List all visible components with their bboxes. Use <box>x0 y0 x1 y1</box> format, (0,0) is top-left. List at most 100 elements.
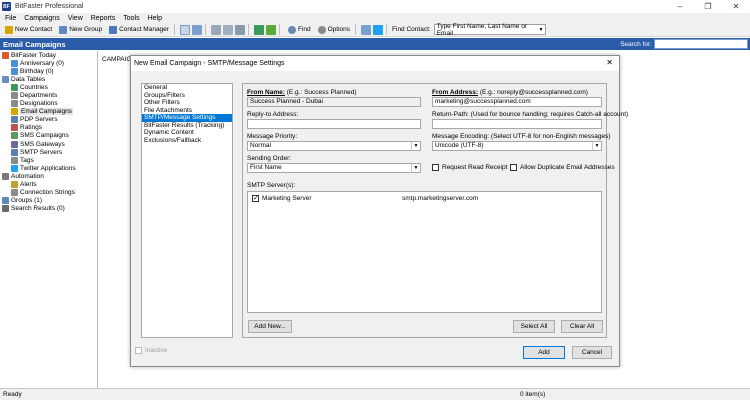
clear-all-button[interactable]: Clear All <box>561 320 603 333</box>
menu-help[interactable]: Help <box>148 15 162 22</box>
tree-item[interactable]: Designations <box>0 100 97 108</box>
menu-file[interactable]: File <box>5 15 16 22</box>
smtp-server-row[interactable]: Marketing Server smtp.marketingserver.co… <box>250 194 600 203</box>
twitter-icon[interactable] <box>373 24 384 35</box>
tree-item[interactable]: Data Tables <box>0 75 97 83</box>
search-input[interactable] <box>654 39 748 49</box>
tree-item[interactable]: Ratings <box>0 124 97 132</box>
import-icon[interactable] <box>234 24 245 35</box>
print-icon[interactable] <box>210 24 221 35</box>
dialog-nav-item[interactable]: Other Filters <box>142 99 232 107</box>
tree-item[interactable]: BitFaster Today <box>0 51 97 59</box>
dialog-nav-item[interactable]: File Attachments <box>142 107 232 115</box>
dialog-nav-item[interactable]: BitFaster Results (Tracking) <box>142 122 232 130</box>
tree-item-icon <box>11 108 18 116</box>
tree-item-label: BitFaster Today <box>11 51 57 59</box>
tree-item[interactable]: Tags <box>0 156 97 164</box>
tree-item[interactable]: Automation <box>0 172 97 180</box>
maximize-button[interactable]: ❐ <box>694 0 722 13</box>
minimize-button[interactable]: – <box>666 0 694 13</box>
menu-view[interactable]: View <box>68 15 83 22</box>
inactive-checkbox[interactable] <box>135 347 142 354</box>
sms-icon[interactable] <box>191 24 202 35</box>
status-bar: Ready 0 item(s) <box>0 388 750 400</box>
app-title: BitFaster Professional <box>15 3 84 10</box>
dialog-nav-item[interactable]: Exclusions/Fallback <box>142 137 232 145</box>
dialog-close-icon[interactable]: ✕ <box>606 58 613 67</box>
tree-item-label: Connection Strings <box>20 189 75 197</box>
chevron-down-icon[interactable]: ▼ <box>592 142 601 150</box>
tree-item-icon <box>11 124 18 132</box>
options-button[interactable]: Options <box>316 24 352 36</box>
menu-campaigns[interactable]: Campaigns <box>24 15 59 22</box>
find-button[interactable]: Find <box>286 24 313 36</box>
encoding-select[interactable]: Unicode (UTF-8) ▼ <box>432 141 602 151</box>
export-icon[interactable] <box>222 24 233 35</box>
tree-item-icon <box>11 148 18 156</box>
find-contact-input[interactable]: Type First Name, Last Name or Email ▼ <box>433 23 546 37</box>
chevron-down-icon[interactable]: ▼ <box>411 142 420 150</box>
tree-item-icon <box>11 116 18 124</box>
sync-icon[interactable] <box>265 24 276 35</box>
menu-reports[interactable]: Reports <box>91 15 116 22</box>
tree-item[interactable]: Twitter Applications <box>0 164 97 172</box>
close-window-button[interactable]: ✕ <box>722 0 750 13</box>
tree-item-icon <box>11 92 18 100</box>
campaigns-tab[interactable]: CAMPAIG <box>102 56 132 63</box>
dialog-nav-item[interactable]: General <box>142 84 232 92</box>
tree-item[interactable]: Alerts <box>0 181 97 189</box>
sending-order-select[interactable]: First Name ▼ <box>247 163 421 173</box>
from-address-input[interactable]: marketing@successplanned.com <box>432 97 602 107</box>
tree-item[interactable]: Birthday (0) <box>0 67 97 75</box>
toolbar-separator <box>386 24 388 35</box>
from-name-input[interactable]: Success Planned - Dubai <box>247 97 421 107</box>
new-contact-button[interactable]: New Contact <box>3 24 54 36</box>
email-icon[interactable] <box>179 24 190 35</box>
chevron-down-icon[interactable]: ▼ <box>537 27 544 33</box>
tree-item-label: Twitter Applications <box>20 164 76 172</box>
tree-item-label: Search Results (0) <box>11 205 65 213</box>
cancel-button[interactable]: Cancel <box>572 346 612 359</box>
toolbar-separator <box>173 24 175 35</box>
dialog-nav-item[interactable]: SMTP/Message Settings <box>142 114 232 122</box>
tree-item[interactable]: Connection Strings <box>0 189 97 197</box>
dialog-nav-item[interactable]: Dynamic Content <box>142 129 232 137</box>
item-count: 0 item(s) <box>520 391 546 398</box>
add-new-server-button[interactable]: Add New... <box>248 320 292 333</box>
refresh-icon[interactable] <box>253 24 264 35</box>
tree-item-label: PDP Servers <box>20 116 58 124</box>
tree-item[interactable]: Anniversary (0) <box>0 59 97 67</box>
return-path-hint: (Used for bounce handling; requires Catc… <box>470 111 629 118</box>
tree-item[interactable]: PDP Servers <box>0 116 97 124</box>
tree-item[interactable]: Departments <box>0 91 97 100</box>
menu-tools[interactable]: Tools <box>123 15 139 22</box>
new-group-button[interactable]: New Group <box>57 24 104 36</box>
tree-item-icon <box>2 75 9 83</box>
tree-item-label: Birthday (0) <box>20 67 54 75</box>
new-email-campaign-dialog: New Email Campaign - SMTP/Message Settin… <box>130 55 628 367</box>
priority-select[interactable]: Normal ▼ <box>247 141 421 151</box>
tree-item[interactable]: SMS Campaigns <box>0 132 97 140</box>
tree-item[interactable]: Groups (1) <box>0 197 97 205</box>
tree-item-label: Automation <box>11 172 44 180</box>
tree-item[interactable]: SMTP Servers <box>0 148 97 156</box>
chevron-down-icon[interactable]: ▼ <box>411 164 420 172</box>
contact-manager-button[interactable]: Contact Manager <box>107 24 171 36</box>
dialog-nav-item[interactable]: Groups/Filters <box>142 92 232 100</box>
return-path-input[interactable] <box>432 119 602 129</box>
return-path-label: Return-Path: <box>432 111 469 118</box>
read-receipt-checkbox[interactable] <box>432 164 439 171</box>
sending-order-label: Sending Order: <box>247 155 292 162</box>
smtp-server-checkbox[interactable] <box>252 194 259 202</box>
tree-item[interactable]: Email Campaigns <box>0 108 97 116</box>
navigation-tree: BitFaster Today Anniversary (0) Birthday (… <box>0 51 98 388</box>
allow-duplicates-checkbox[interactable] <box>510 164 517 171</box>
select-all-button[interactable]: Select All <box>513 320 555 333</box>
tree-item[interactable]: SMS Gateways <box>0 140 97 148</box>
tree-item[interactable]: Countries <box>0 83 97 91</box>
help-icon[interactable] <box>361 24 372 35</box>
add-button[interactable]: Add <box>523 346 565 359</box>
reply-to-input[interactable] <box>247 119 421 129</box>
tree-item[interactable]: Search Results (0) <box>0 205 97 213</box>
from-address-hint: (E.g.: noreply@successplanned.com) <box>479 89 588 96</box>
